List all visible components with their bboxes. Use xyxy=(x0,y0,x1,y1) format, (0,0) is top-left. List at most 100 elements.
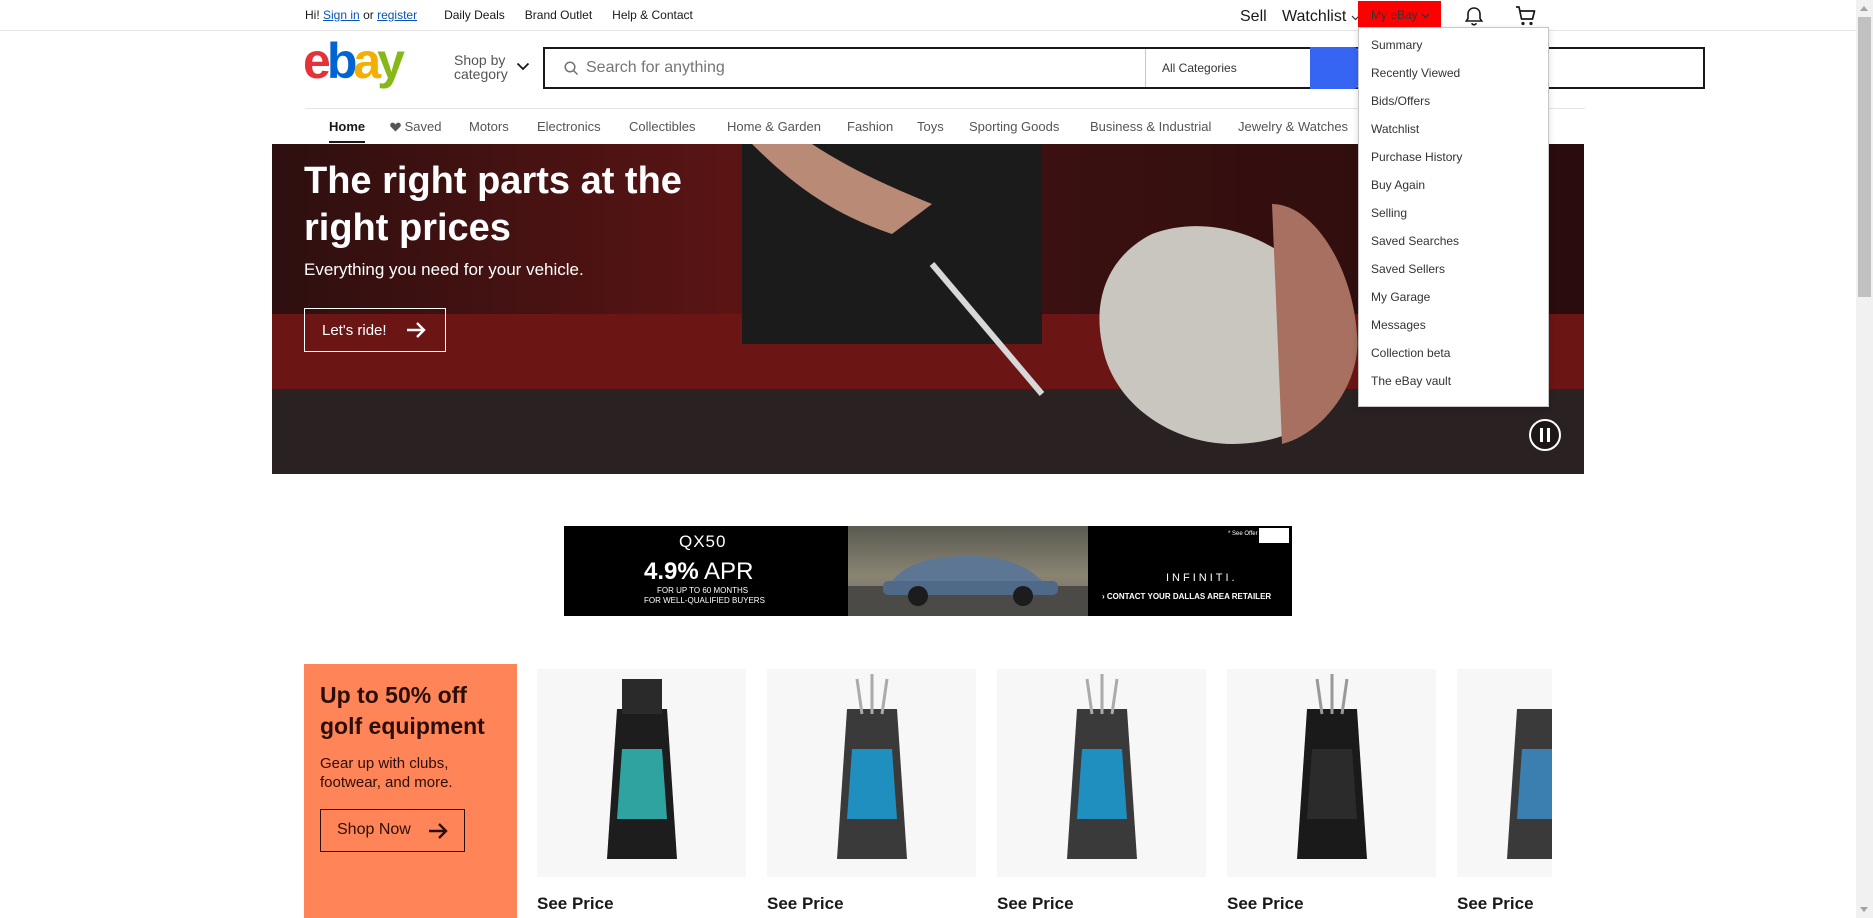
product-price: See Price xyxy=(537,894,614,913)
nav-item-collectibles[interactable]: Collectibles xyxy=(629,119,695,134)
greeting-text: Hi! xyxy=(305,8,320,22)
golf-bag-icon xyxy=(1507,709,1552,859)
brand-outlet-link[interactable]: Brand Outlet xyxy=(525,8,592,22)
my-ebay-menu[interactable]: My eBay xyxy=(1358,1,1441,29)
nav-item-saved[interactable]: Saved xyxy=(390,119,442,134)
arrow-right-icon xyxy=(429,823,448,839)
shop-now-button[interactable]: Shop Now xyxy=(320,809,465,852)
shop-by-line1: Shop by xyxy=(454,52,506,68)
product-card[interactable]: See Price xyxy=(1457,669,1552,914)
nav-item-sporting-goods[interactable]: Sporting Goods xyxy=(969,119,1059,134)
nav-item-saved-label: Saved xyxy=(404,119,442,134)
dropdown-item-saved-searches[interactable]: Saved Searches xyxy=(1371,234,1459,248)
dropdown-item-purchase-history[interactable]: Purchase History xyxy=(1371,150,1462,164)
shop-now-label: Shop Now xyxy=(337,821,411,838)
chevron-down-icon xyxy=(1421,13,1430,19)
dropdown-item-summary[interactable]: Summary xyxy=(1371,38,1422,52)
infiniti-ad[interactable]: QX50 4.9% APR FOR UP TO 60 MONTHS FOR WE… xyxy=(564,526,1292,616)
ad-cta: › CONTACT YOUR DALLAS AREA RETAILER xyxy=(1102,592,1272,601)
product-price: See Price xyxy=(997,894,1074,913)
ad-see-offer: * See Offer xyxy=(1228,531,1258,537)
watchlist-menu[interactable]: Watchlist xyxy=(1282,8,1360,26)
nav-item-jewelry-watches[interactable]: Jewelry & Watches xyxy=(1238,119,1348,134)
logo-letter-y: y xyxy=(377,40,405,89)
dropdown-item-recently-viewed[interactable]: Recently Viewed xyxy=(1371,66,1460,80)
product-price: See Price xyxy=(767,894,844,913)
category-select[interactable]: All Categories xyxy=(1145,49,1309,87)
product-image xyxy=(767,669,976,877)
promo-subtitle: Gear up with clubs, footwear, and more. xyxy=(320,755,453,791)
dropdown-item-selling[interactable]: Selling xyxy=(1371,206,1407,220)
logo-letter-b: b xyxy=(327,40,356,89)
scroll-up-icon[interactable] xyxy=(1860,6,1868,11)
dropdown-item-my-garage[interactable]: My Garage xyxy=(1371,290,1430,304)
register-link[interactable]: register xyxy=(377,8,417,22)
shop-by-category-button[interactable]: Shop by category xyxy=(454,53,508,81)
ebay-logo-mark: ebay xyxy=(303,33,409,89)
nav-item-business-industrial[interactable]: Business & Industrial xyxy=(1090,119,1211,134)
product-card[interactable]: See Price xyxy=(767,669,976,914)
svg-text:ebay: ebay xyxy=(303,40,405,89)
help-contact-link[interactable]: Help & Contact xyxy=(612,8,693,22)
product-price: See Price xyxy=(1457,894,1534,913)
product-image xyxy=(997,669,1206,877)
dropdown-item-buy-again[interactable]: Buy Again xyxy=(1371,178,1425,192)
my-ebay-dropdown: Summary Recently Viewed Bids/Offers Watc… xyxy=(1358,27,1549,407)
dropdown-item-saved-sellers[interactable]: Saved Sellers xyxy=(1371,262,1445,276)
ad-apr-value: 4.9% xyxy=(644,558,699,585)
nav-item-motors[interactable]: Motors xyxy=(469,119,509,134)
sign-in-link[interactable]: Sign in xyxy=(323,8,360,22)
ad-fine-print-1: FOR UP TO 60 MONTHS xyxy=(657,586,749,595)
search-button[interactable] xyxy=(1310,47,1358,89)
watchlist-label: Watchlist xyxy=(1282,8,1347,25)
nav-item-electronics[interactable]: Electronics xyxy=(537,119,601,134)
page-scrollbar[interactable] xyxy=(1856,0,1873,918)
dropdown-item-messages[interactable]: Messages xyxy=(1371,318,1426,332)
ad-car-image xyxy=(848,526,1088,616)
hero-cta-button[interactable]: Let's ride! xyxy=(304,308,446,352)
product-card[interactable]: See Price xyxy=(997,669,1206,914)
promo-title: Up to 50% off golf equipment xyxy=(320,682,485,739)
ebay-logo[interactable]: ebay xyxy=(303,33,423,92)
or-text: or xyxy=(363,8,374,22)
dropdown-item-collection[interactable]: Collection beta xyxy=(1371,346,1450,360)
hero-title: The right parts at the right prices xyxy=(304,160,682,249)
golf-bag-icon xyxy=(837,674,907,859)
search-icon xyxy=(564,61,579,76)
nav-item-fashion[interactable]: Fashion xyxy=(847,119,893,134)
dropdown-item-bids-offers[interactable]: Bids/Offers xyxy=(1371,94,1430,108)
nav-active-indicator xyxy=(329,141,365,143)
dropdown-item-ebay-vault[interactable]: The eBay vault xyxy=(1371,374,1451,388)
nav-item-home[interactable]: Home xyxy=(329,119,365,134)
scrollbar-thumb[interactable] xyxy=(1858,17,1871,297)
top-bar-left: Hi! Sign in or register Daily Deals Bran… xyxy=(305,8,693,22)
ad-apr-unit: APR xyxy=(704,558,754,585)
golf-promo-card: Up to 50% off golf equipment Gear up wit… xyxy=(304,664,517,918)
cart-icon xyxy=(1516,6,1536,26)
nav-item-home-garden[interactable]: Home & Garden xyxy=(727,119,821,134)
search-input[interactable] xyxy=(586,49,1186,87)
golf-bag-icon xyxy=(607,679,677,859)
ad-fine-print-2: FOR WELL-QUALIFIED BUYERS xyxy=(644,596,765,605)
sell-link[interactable]: Sell xyxy=(1240,8,1267,26)
ad-model: QX50 xyxy=(679,532,727,551)
dropdown-item-watchlist[interactable]: Watchlist xyxy=(1371,122,1419,136)
ad-choices-icon[interactable] xyxy=(1259,528,1289,543)
hero-subtitle: Everything you need for your vehicle. xyxy=(304,260,584,279)
ad-brand: INFINITI. xyxy=(1166,572,1238,584)
arrow-right-icon xyxy=(407,322,426,338)
top-bar: Hi! Sign in or register Daily Deals Bran… xyxy=(0,0,1856,31)
product-image xyxy=(1457,669,1552,877)
golf-bag-icon xyxy=(1067,674,1137,859)
nav-item-toys[interactable]: Toys xyxy=(917,119,944,134)
my-ebay-label: My eBay xyxy=(1371,8,1418,22)
product-card[interactable]: See Price xyxy=(537,669,746,914)
daily-deals-link[interactable]: Daily Deals xyxy=(444,8,505,22)
pause-icon[interactable] xyxy=(1528,418,1562,452)
shop-by-line2: category xyxy=(454,66,508,82)
ad-apr: 4.9% APR xyxy=(644,558,753,586)
car-icon xyxy=(848,556,1088,616)
scroll-down-icon[interactable] xyxy=(1860,907,1868,912)
category-select-value: All Categories xyxy=(1162,61,1237,75)
bell-icon xyxy=(1464,7,1484,26)
